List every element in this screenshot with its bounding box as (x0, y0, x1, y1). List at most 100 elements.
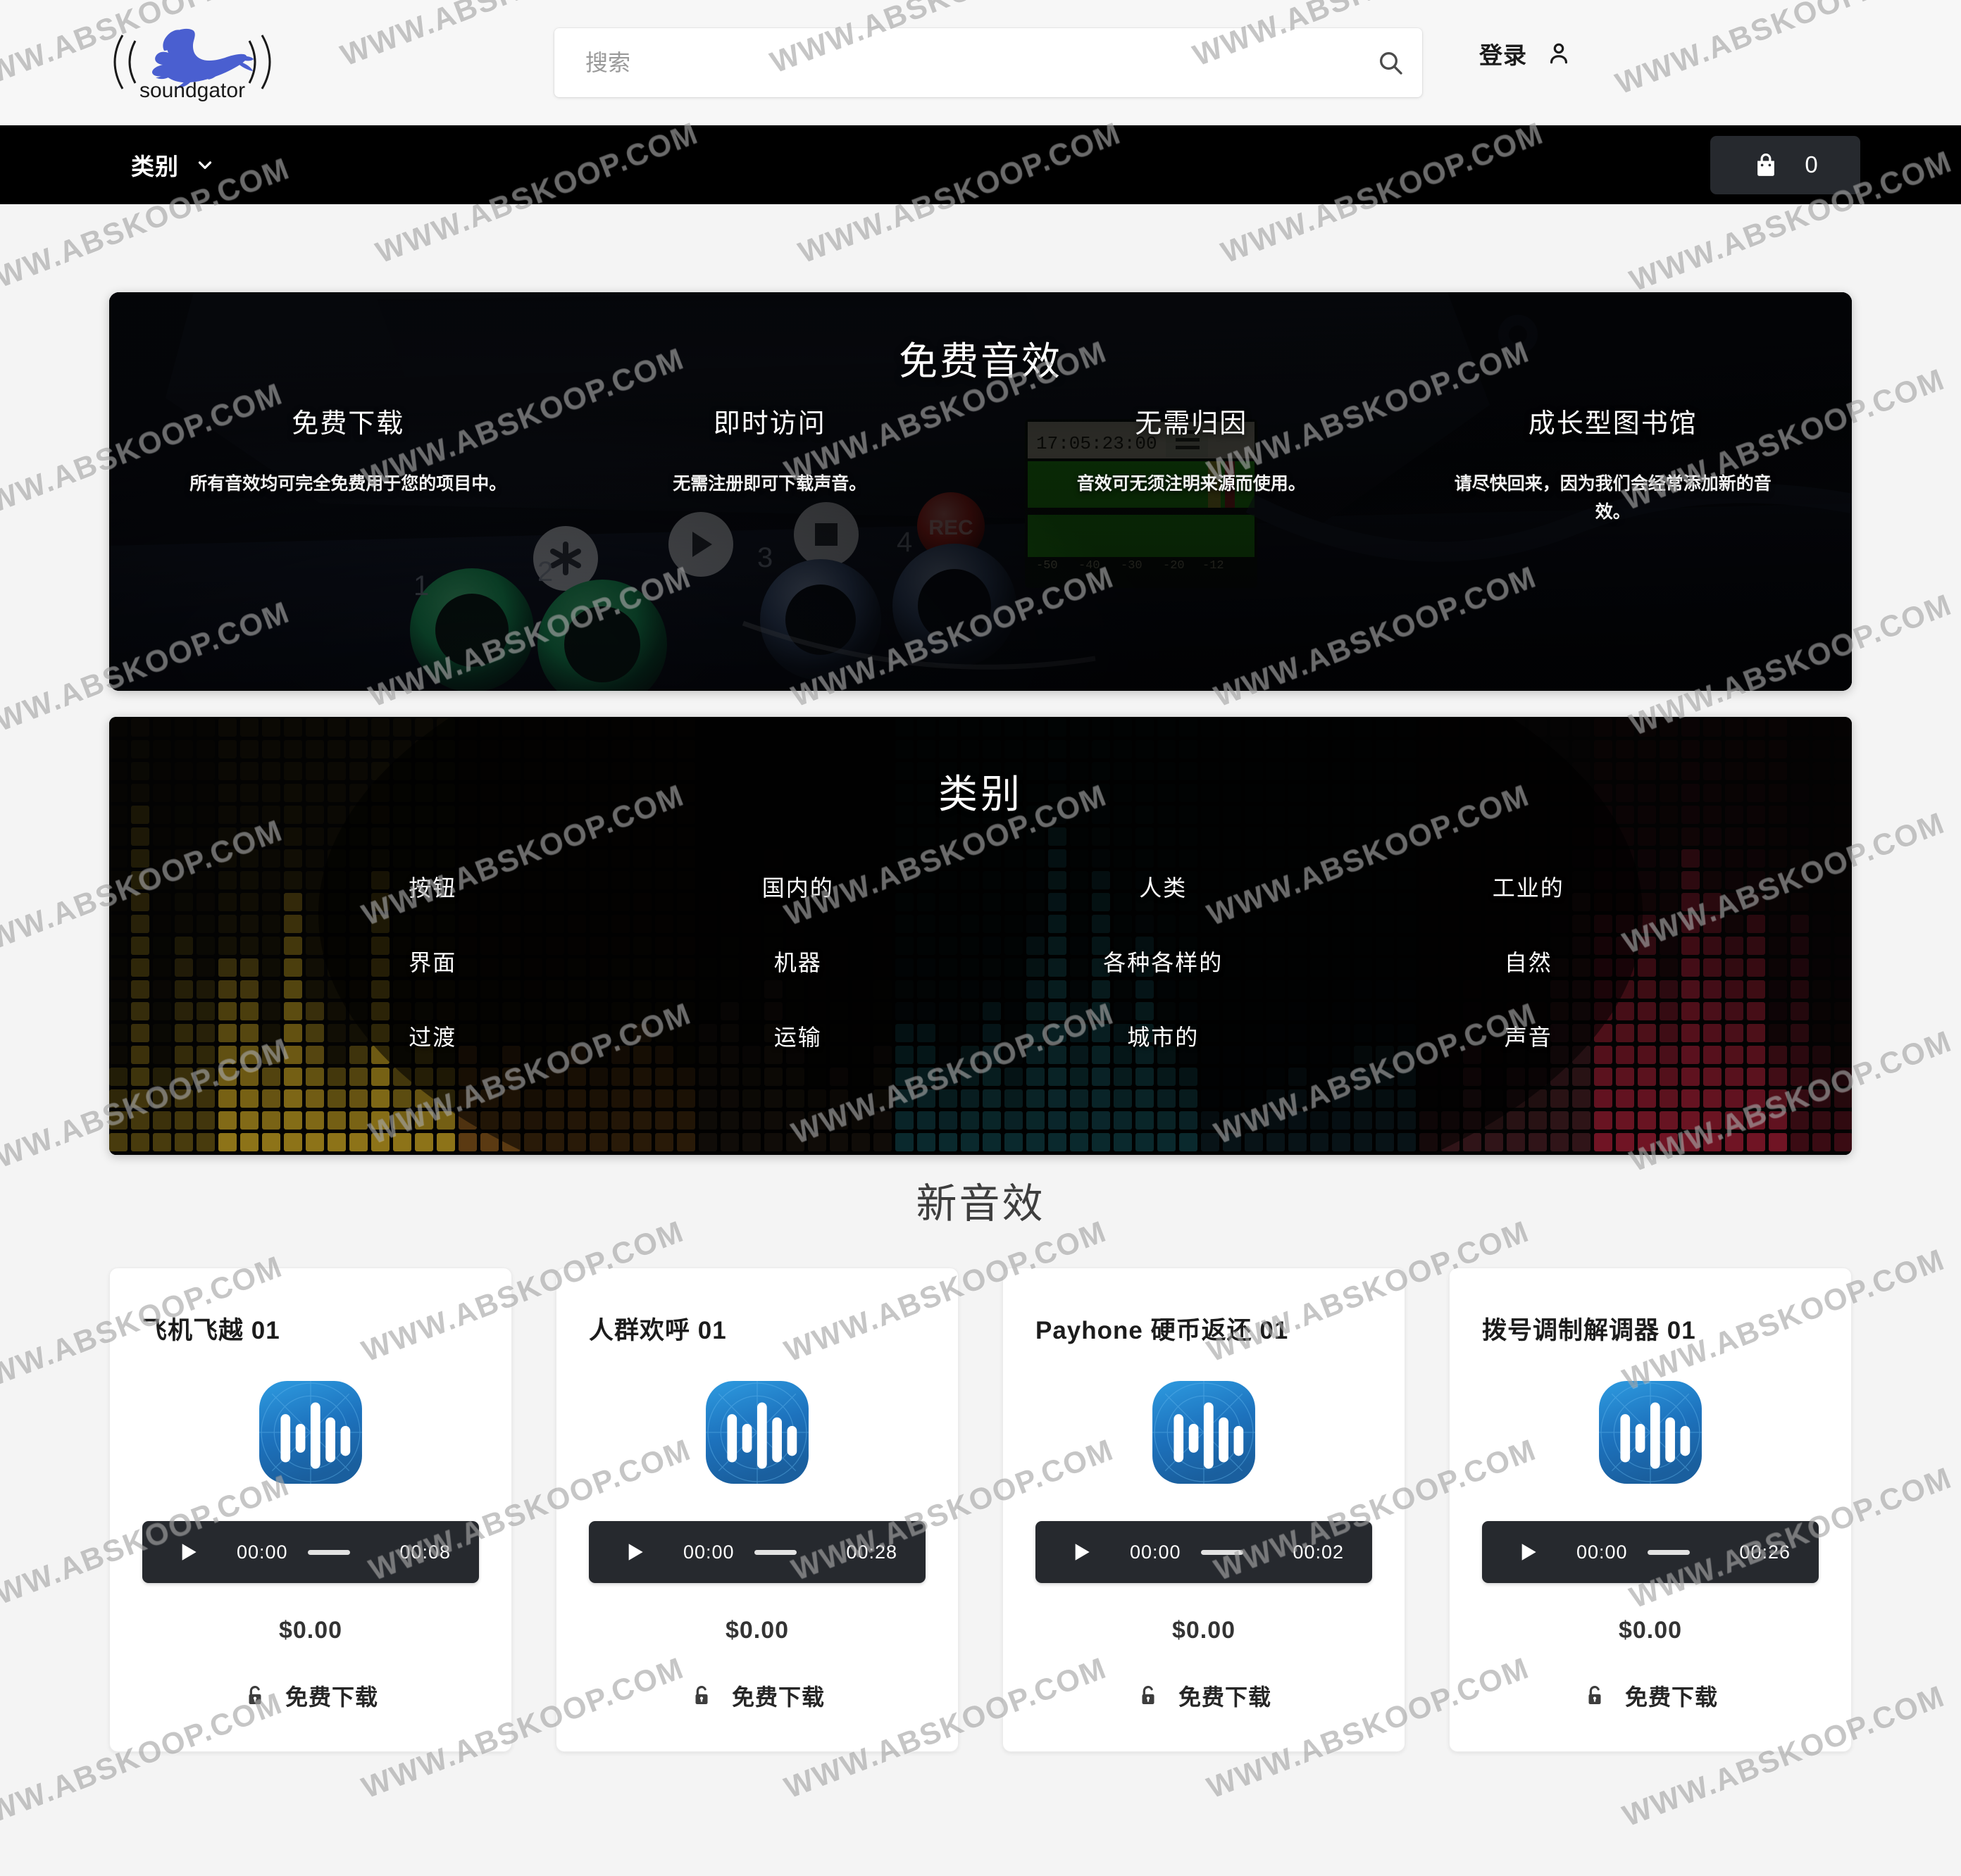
audio-player[interactable]: 00:00 00:02 (1035, 1521, 1372, 1583)
audio-waveform-icon (1599, 1381, 1702, 1484)
free-download-link[interactable]: 免费下载 (690, 1680, 825, 1712)
unlock-icon (1588, 1686, 1601, 1705)
hero-feature-item: 即时访问 无需注册即可下载声音。 (559, 401, 981, 526)
category-link[interactable]: 国内的 (616, 870, 981, 903)
play-icon (628, 1544, 643, 1561)
category-link[interactable]: 工业的 (1346, 870, 1712, 903)
category-link[interactable]: 运输 (616, 1020, 981, 1052)
player-current-time: 00:00 (1130, 1541, 1181, 1563)
audio-waveform-icon (259, 1381, 362, 1484)
sound-card-title: Payhone 硬币返还 01 (1035, 1317, 1289, 1344)
audio-player[interactable]: 00:00 00:08 (142, 1521, 479, 1583)
play-button[interactable] (1510, 1534, 1547, 1570)
player-current-time: 00:00 (683, 1541, 735, 1563)
free-download-label: 免费下载 (1624, 1684, 1718, 1710)
cart-button[interactable]: 0 (1710, 135, 1860, 194)
play-icon (182, 1544, 197, 1561)
new-sounds-card-grid: 飞机飞越 01 00:00 00:08 $0.00 免费下载 人群欢呼 01 0… (109, 1268, 1852, 1752)
free-download-link[interactable]: 免费下载 (243, 1680, 378, 1712)
audio-waveform-icon (706, 1381, 809, 1484)
search-icon (1380, 52, 1402, 75)
hero-feature-title: 成长型图书馆 (1528, 409, 1698, 439)
sound-card[interactable]: 人群欢呼 01 00:00 00:28 $0.00 免费下载 (556, 1268, 959, 1752)
player-progress-bar[interactable] (1647, 1549, 1691, 1555)
hero-feature-item: 无需归因 音效可无须注明来源而使用。 (980, 401, 1402, 526)
category-link[interactable]: 城市的 (980, 1020, 1346, 1052)
player-progress-bar[interactable] (1200, 1549, 1244, 1555)
category-nav-bar: 类别 0 (0, 125, 1961, 204)
categories-column: 按钮 界面 过渡 (250, 870, 616, 1094)
unlock-icon (695, 1686, 708, 1705)
free-download-link[interactable]: 免费下载 (1136, 1680, 1271, 1712)
play-button[interactable] (1064, 1534, 1100, 1570)
nav-categories-label: 类别 (131, 154, 179, 180)
player-current-time: 00:00 (1576, 1541, 1628, 1563)
player-duration: 00:08 (399, 1541, 451, 1563)
sound-card-title: 人群欢呼 01 (589, 1317, 727, 1344)
free-download-label: 免费下载 (1178, 1684, 1271, 1710)
chevron-down-icon (198, 161, 212, 169)
player-duration: 00:28 (846, 1541, 897, 1563)
login-button[interactable]: 登录 (1479, 37, 1572, 70)
sound-price: $0.00 (725, 1617, 790, 1644)
search-bar[interactable] (554, 28, 1422, 97)
hero-feature-item: 免费下载 所有音效均可完全免费用于您的项目中。 (137, 401, 559, 526)
hero-title: 免费音效 (898, 339, 1062, 383)
hero-feature-title: 即时访问 (713, 409, 826, 439)
sound-card[interactable]: Payhone 硬币返还 01 00:00 00:02 $0.00 免费下载 (1002, 1268, 1405, 1752)
player-progress-bar[interactable] (754, 1549, 797, 1555)
top-header-bar: soundgator 登录 (0, 0, 1961, 125)
page-root: soundgator 登录 类别 (0, 0, 1961, 1876)
play-button[interactable] (617, 1534, 654, 1570)
categories-banner: 类别 按钮 界面 过渡 国内的 机器 运输 人类 各种各样的 城市的 工业的 自… (109, 717, 1852, 1155)
shopping-bag-icon (1757, 154, 1775, 176)
cart-count: 0 (1805, 151, 1818, 177)
category-link[interactable]: 界面 (250, 945, 616, 977)
play-button[interactable] (170, 1534, 207, 1570)
svg-text:soundgator: soundgator (139, 79, 245, 102)
user-icon (1550, 43, 1568, 64)
play-icon (1075, 1544, 1090, 1561)
hero-feature-title: 免费下载 (292, 409, 405, 439)
category-link[interactable]: 过渡 (250, 1020, 616, 1052)
hero-feature-item: 成长型图书馆 请尽快回来，因为我们会经常添加新的音效。 (1402, 401, 1824, 526)
sound-card-title: 拨号调制解调器 01 (1482, 1317, 1696, 1344)
new-sounds-heading: 新音效 (916, 1181, 1045, 1227)
category-link[interactable]: 声音 (1346, 1020, 1712, 1052)
player-current-time: 00:00 (237, 1541, 288, 1563)
nav-categories-dropdown[interactable]: 类别 (131, 148, 216, 182)
unlock-icon (1142, 1686, 1154, 1705)
audio-player[interactable]: 00:00 00:28 (589, 1521, 926, 1583)
sound-price: $0.00 (1618, 1617, 1683, 1644)
player-progress-bar[interactable] (307, 1549, 351, 1555)
category-link[interactable]: 按钮 (250, 870, 616, 903)
search-input[interactable] (554, 49, 1359, 76)
player-duration: 00:02 (1293, 1541, 1344, 1563)
player-duration: 00:26 (1739, 1541, 1791, 1563)
free-download-label: 免费下载 (285, 1684, 378, 1710)
sound-price: $0.00 (1171, 1617, 1236, 1644)
audio-player[interactable]: 00:00 00:26 (1482, 1521, 1819, 1583)
search-submit-button[interactable] (1359, 28, 1422, 97)
play-icon (1521, 1544, 1536, 1561)
category-link[interactable]: 人类 (980, 870, 1346, 903)
login-label: 登录 (1479, 42, 1527, 68)
category-link[interactable]: 机器 (616, 945, 981, 977)
sound-card-title: 飞机飞越 01 (142, 1317, 280, 1344)
sound-card[interactable]: 拨号调制解调器 01 00:00 00:26 $0.00 免费下载 (1449, 1268, 1852, 1752)
hero-feature-desc: 所有音效均可完全免费用于您的项目中。 (189, 474, 507, 494)
hero-features-row: 免费下载 所有音效均可完全免费用于您的项目中。 即时访问 无需注册即可下载声音。… (109, 401, 1852, 526)
categories-column: 国内的 机器 运输 (616, 870, 981, 1094)
free-download-label: 免费下载 (731, 1684, 825, 1710)
sound-card[interactable]: 飞机飞越 01 00:00 00:08 $0.00 免费下载 (109, 1268, 512, 1752)
unlock-icon (249, 1686, 261, 1705)
category-link[interactable]: 各种各样的 (980, 945, 1346, 977)
categories-column: 人类 各种各样的 城市的 (980, 870, 1346, 1094)
site-logo[interactable]: soundgator (97, 13, 287, 111)
audio-waveform-icon (1152, 1381, 1255, 1484)
category-link[interactable]: 自然 (1346, 945, 1712, 977)
free-download-link[interactable]: 免费下载 (1583, 1680, 1718, 1712)
soundgator-logo-icon: soundgator (113, 28, 271, 102)
categories-grid: 按钮 界面 过渡 国内的 机器 运输 人类 各种各样的 城市的 工业的 自然 声… (109, 870, 1852, 1094)
hero-feature-desc: 音效可无须注明来源而使用。 (1076, 474, 1306, 494)
